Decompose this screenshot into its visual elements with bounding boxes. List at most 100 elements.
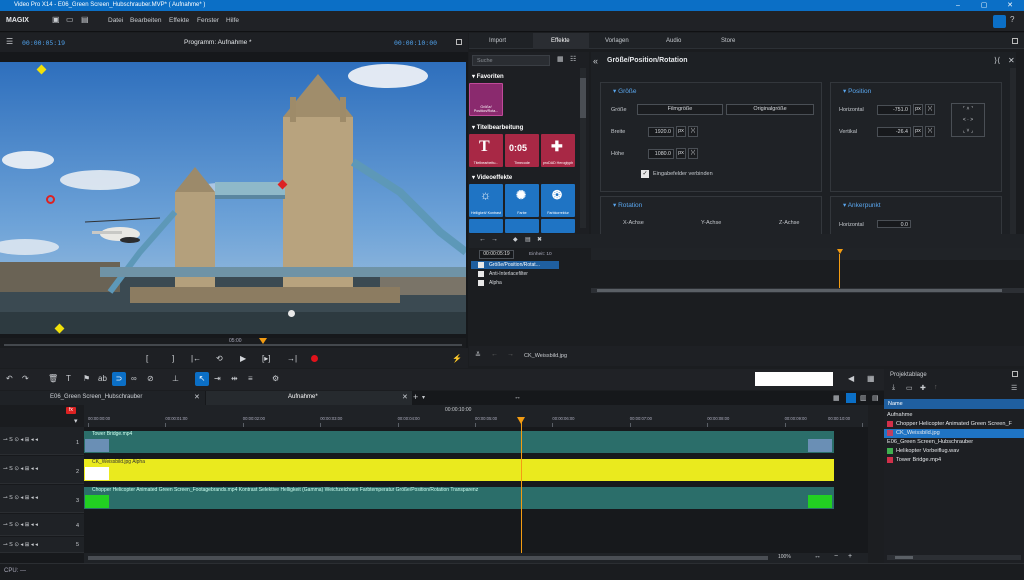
timeline-menu-icon[interactable]: ▾ <box>74 417 78 425</box>
tab-vorlagen[interactable]: Vorlagen <box>605 38 629 44</box>
back-icon[interactable]: « <box>593 56 598 66</box>
tab-dropdown-icon[interactable]: ▾ <box>422 394 425 401</box>
multicam-mode-icon[interactable]: ▤ <box>872 394 879 402</box>
effect-tile-heroglyph[interactable]: ✚ proDAD Heroglyph <box>541 134 575 167</box>
mixer-icon[interactable]: ⚙ <box>272 374 279 383</box>
menu-effekte[interactable]: Effekte <box>169 17 189 24</box>
import-icon[interactable]: ⤓ <box>892 384 895 392</box>
add-keyframe-icon[interactable]: ◆ <box>513 236 518 243</box>
split-icon[interactable]: ab <box>98 374 107 383</box>
timeline-playhead-handle[interactable] <box>517 417 526 424</box>
scrubber-playhead[interactable] <box>259 338 267 344</box>
keyframe-ruler[interactable] <box>591 248 1024 260</box>
record-icon[interactable] <box>311 355 318 362</box>
stretch-tool-icon[interactable]: ⇹ <box>231 374 238 383</box>
close-panel-icon[interactable]: ✕ <box>1008 56 1015 65</box>
scene-mode-icon[interactable]: ▥ <box>860 394 867 402</box>
effect-tile-more-3[interactable] <box>541 219 575 233</box>
row-checkbox-2[interactable] <box>478 271 484 277</box>
height-reset-icon[interactable]: ⟩⟨ <box>688 148 698 159</box>
category-favoriten[interactable]: ▾ Favoriten <box>472 73 504 80</box>
pointer-tool-icon[interactable]: ↖ <box>195 372 209 386</box>
vertical-reset-icon[interactable]: ⟩⟨ <box>925 126 935 137</box>
trim-icon[interactable]: ⊥ <box>172 374 179 383</box>
tab-project-e06[interactable]: E06_Green Screen_Hubschrauber ✕ <box>0 391 205 405</box>
track-controls-icons[interactable]: ⊸ S ⊙ ◂ ⊞ ◂ ◂ <box>3 495 38 501</box>
width-reset-icon[interactable]: ⟩⟨ <box>688 126 698 137</box>
delete-icon[interactable]: 🗑 <box>48 374 58 383</box>
clip-tower-bridge[interactable]: Tower Bridge.mp4 <box>84 431 834 453</box>
effect-tile-color[interactable]: ✺ Farbe <box>505 184 539 217</box>
row-checkbox-1[interactable] <box>478 262 484 268</box>
anchor-horizontal-field[interactable]: 0.0 <box>877 220 911 228</box>
snap-icon[interactable]: ⊃ <box>112 372 126 386</box>
menu-datei[interactable]: Datei <box>108 17 123 24</box>
menu-icon[interactable]: ☰ <box>6 37 13 46</box>
maximize-button[interactable]: ▢ <box>972 0 996 11</box>
settings-wand-icon[interactable]: ⚡ <box>452 354 462 363</box>
effect-tile-more-1[interactable] <box>469 219 503 233</box>
category-videoeffekte[interactable]: ▾ Videoeffekte <box>472 174 512 181</box>
mark-out-icon[interactable]: ] <box>172 354 174 363</box>
help-icon[interactable]: ? <box>1010 15 1014 24</box>
menu-bearbeiten[interactable]: Bearbeiten <box>130 17 161 24</box>
list-view-icon[interactable]: ☷ <box>570 55 576 63</box>
unlink-icon[interactable]: ⊘ <box>147 374 154 383</box>
prev-marker-icon[interactable]: |← <box>191 354 201 363</box>
mark-in-icon[interactable]: [ <box>146 354 148 363</box>
tab-aufnahme[interactable]: Aufnahme* ✕ <box>206 391 412 405</box>
layout-toggle-button[interactable] <box>993 15 1006 28</box>
menu-hilfe[interactable]: Hilfe <box>226 17 239 24</box>
clip-chopper[interactable]: Chopper Helicopter Animated Green Screen… <box>84 487 834 509</box>
project-item[interactable]: Helikopter Vorbeiflug.wav <box>884 447 1024 456</box>
redo-kf-icon[interactable]: → <box>491 236 498 243</box>
vertical-unit[interactable]: px <box>913 126 923 137</box>
add-tab-icon[interactable]: + <box>413 392 418 402</box>
open-folder-icon[interactable]: ▭ <box>66 15 74 24</box>
grid-view-icon[interactable]: ▦ <box>557 55 564 63</box>
loop-icon[interactable]: ⟲ <box>216 354 223 363</box>
effect-tile-size-position[interactable]: Größe/ Position/Rota... <box>469 83 503 116</box>
clip-ck-weissbild[interactable]: CK_Weissbild.jpg Alpha <box>84 459 834 481</box>
tab-audio[interactable]: Audio <box>666 38 681 44</box>
new-item-icon[interactable]: ✚ <box>920 384 926 392</box>
project-panel-maximize-icon[interactable] <box>1012 371 1018 377</box>
fit-icon[interactable]: ↔ <box>814 553 821 560</box>
effect-tile-color-correction[interactable]: ❂ Farbkorrektur <box>541 184 575 217</box>
menu-fenster[interactable]: Fenster <box>197 17 219 24</box>
text-icon[interactable]: T <box>66 374 71 383</box>
tab-import[interactable]: Import <box>489 38 506 44</box>
next-clip-icon[interactable]: → <box>507 351 514 358</box>
timeline-hscrollbar[interactable] <box>88 556 768 560</box>
ripple-tool-icon[interactable]: ≡ <box>248 374 253 383</box>
monitor-maximize-icon[interactable] <box>456 39 462 45</box>
folder-icon[interactable]: ▭ <box>906 384 913 392</box>
up-icon[interactable]: ↑ <box>934 384 938 391</box>
keyframe-row-size-position[interactable]: Größe/Position/Rotat... <box>471 261 559 269</box>
zoom-out-icon[interactable]: − <box>834 553 838 560</box>
row-checkbox-3[interactable] <box>478 280 484 286</box>
undo-icon[interactable]: ↶ <box>6 374 13 383</box>
alignment-grid[interactable]: ⌜ ˄ ⌝ < · > ⌞ ˅ ⌟ <box>951 103 985 137</box>
width-unit[interactable]: px <box>676 126 686 137</box>
height-unit[interactable]: px <box>676 148 686 159</box>
volume-icon[interactable]: ◀ <box>848 374 854 383</box>
properties-scrollbar[interactable] <box>1010 68 1016 234</box>
project-list-icon[interactable]: ☰ <box>1011 384 1017 392</box>
horizontal-field[interactable]: -751.0 <box>877 105 911 115</box>
horizontal-reset-icon[interactable]: ⟩⟨ <box>925 104 935 115</box>
timeline-mode-icon[interactable] <box>846 393 856 403</box>
keyframe-time-field[interactable]: 00:00:05:19 <box>479 250 514 259</box>
next-marker-icon[interactable]: →| <box>287 354 297 363</box>
tab-store[interactable]: Store <box>721 38 735 44</box>
link-fields-checkbox[interactable]: ✓ <box>641 170 649 178</box>
effect-tile-more-2[interactable] <box>505 219 539 233</box>
delete-keyframe-icon[interactable]: ✖ <box>537 236 542 243</box>
project-item[interactable]: Tower Bridge.mp4 <box>884 456 1024 465</box>
keyframe-row-alpha[interactable]: Alpha <box>471 279 559 287</box>
timeline-ruler[interactable]: 00:00:10:00 00:00:00:00 00:00:01:00 00:00:… <box>84 405 868 427</box>
redo-icon[interactable]: ↷ <box>22 374 29 383</box>
project-column-header[interactable]: Name <box>884 399 1024 409</box>
track-controls-icons[interactable]: ⊸ S ⊙ ◂ ⊞ ◂ ◂ <box>3 466 38 472</box>
width-field[interactable]: 1920.0 <box>648 127 674 137</box>
